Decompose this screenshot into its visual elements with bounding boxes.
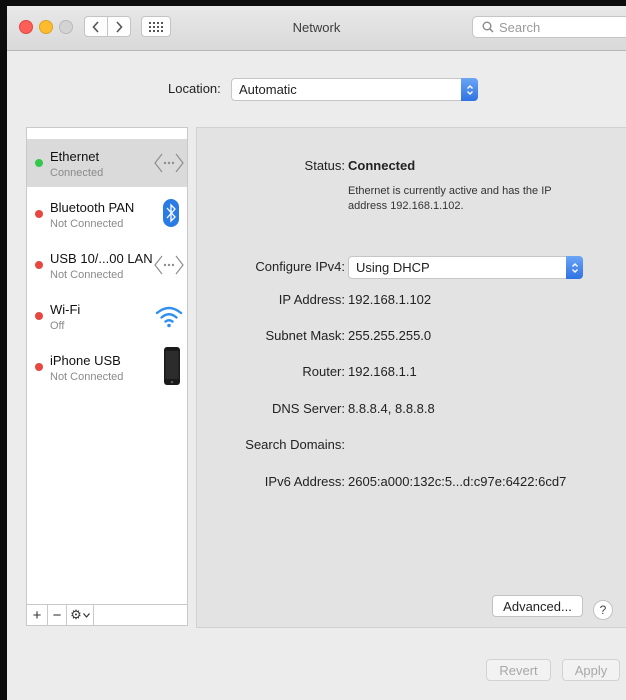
location-label: Location: [168,81,221,96]
configure-ipv4-select[interactable]: Using DHCP [348,256,583,279]
search-placeholder: Search [499,19,541,35]
help-button[interactable]: ? [593,600,613,620]
service-name: Bluetooth PAN [50,200,135,215]
ip-address-value: 192.168.1.102 [348,292,432,307]
search-domains-label: Search Domains: [245,437,345,452]
ipv6-address-label: IPv6 Address: [264,474,345,489]
service-bluetooth-pan[interactable]: Bluetooth PAN Not Connected [27,190,187,238]
status-dot [35,210,43,218]
gear-icon: ⚙ [70,607,82,622]
chevron-down-icon [82,612,90,618]
add-service-button[interactable]: + [27,605,48,625]
ipv6-address-value: 2605:a000:132c:5...d:c97e:6422:6cd7 [348,474,567,489]
remove-service-button[interactable]: − [48,605,67,625]
router-value: 192.168.1.1 [348,364,417,379]
location-select[interactable]: Automatic [231,78,478,101]
router-label: Router: [302,364,345,379]
subnet-mask-label: Subnet Mask: [265,328,346,343]
status-value: Connected [348,158,416,173]
title-bar: Network Search [7,6,626,51]
configure-ipv4-value: Using DHCP [356,260,430,275]
wifi-icon [155,306,183,328]
status-dot [35,312,43,320]
updown-chevron-icon [571,262,578,273]
updown-chevron-icon [466,84,473,95]
search-field[interactable]: Search [472,16,626,38]
service-list-toolbar: + − ⚙ [26,605,188,626]
network-preferences-window: Network Search Location: Automatic Ether… [7,6,626,700]
location-value: Automatic [239,82,297,97]
status-label: Status: [304,158,345,173]
revert-button[interactable]: Revert [486,659,551,681]
dns-server-value: 8.8.8.4, 8.8.8.8 [348,401,435,416]
location-stepper [461,78,478,101]
configure-ipv4-stepper [566,256,583,279]
ip-address-label: IP Address: [278,292,345,307]
status-description: Ethernet is currently active and has the… [348,185,552,212]
bluetooth-icon [163,199,179,227]
action-menu-button[interactable]: ⚙ [67,605,94,625]
apply-button[interactable]: Apply [562,659,620,681]
configure-ipv4-label: Configure IPv4: [255,259,345,274]
subnet-mask-value: 255.255.255.0 [348,328,432,343]
dns-server-label: DNS Server: [272,401,345,416]
advanced-button[interactable]: Advanced... [492,595,583,617]
search-icon [482,21,494,33]
service-status: Not Connected [50,218,124,230]
